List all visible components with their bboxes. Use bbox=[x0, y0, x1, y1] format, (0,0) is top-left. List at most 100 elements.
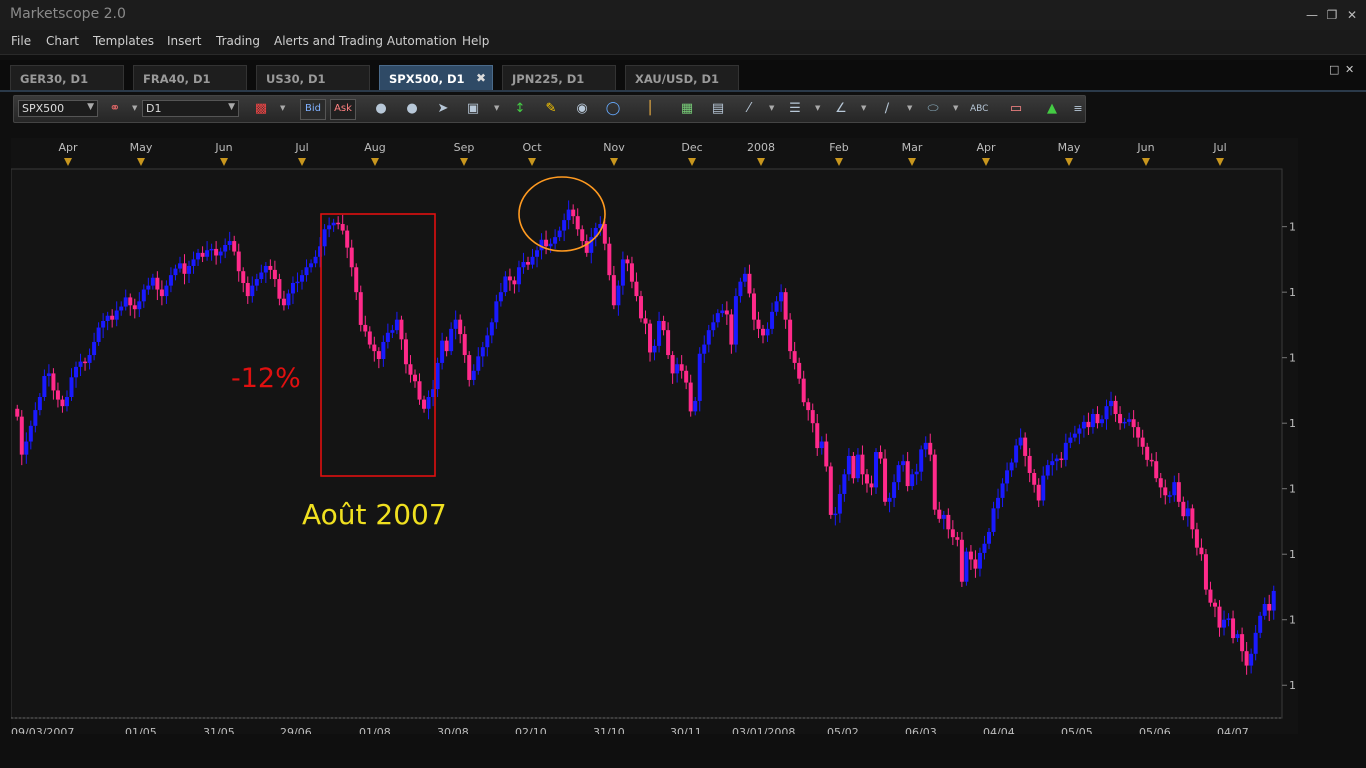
cursor-icon[interactable]: ➤ bbox=[434, 100, 452, 118]
candle-body bbox=[1099, 419, 1104, 424]
month-marker-icon bbox=[1065, 158, 1073, 166]
price-tick-label: 1 500.0 bbox=[1289, 286, 1298, 299]
chart-area[interactable]: Apr May Jun Jul Aug Sep Oct Nov Dec 2008 Feb Mar Apr… bbox=[10, 138, 1331, 739]
price-tick-label: 1 300.0 bbox=[1289, 548, 1298, 561]
eraser-icon[interactable]: ▭ bbox=[1007, 100, 1025, 118]
tab-fra40[interactable]: FRA40, D1 bbox=[133, 65, 247, 90]
chart-window-icon[interactable]: ▤ bbox=[709, 100, 727, 118]
menu-trading[interactable]: Trading bbox=[216, 34, 260, 48]
tab-jpn225[interactable]: JPN225, D1 bbox=[502, 65, 616, 90]
month-tick-label: Jun bbox=[214, 141, 232, 154]
month-tick-label: May bbox=[130, 141, 153, 154]
candle-body bbox=[688, 382, 693, 412]
candle-body bbox=[417, 381, 422, 400]
candle-body bbox=[892, 482, 897, 498]
tab-label: JPN225, D1 bbox=[512, 72, 585, 86]
candle-body bbox=[313, 256, 318, 264]
vertical-line-icon[interactable]: ↕ bbox=[511, 100, 529, 118]
candlestick-type-icon[interactable]: ▩ bbox=[252, 100, 270, 118]
chevron-down-icon[interactable]: ▼ bbox=[132, 104, 137, 112]
candle-body bbox=[530, 256, 535, 265]
chart-maximize-icon[interactable]: □ bbox=[1329, 63, 1339, 76]
tab-ger30[interactable]: GER30, D1 bbox=[10, 65, 124, 90]
candle-body bbox=[1140, 437, 1145, 447]
users-icon[interactable]: ● bbox=[403, 100, 421, 118]
note-icon[interactable]: ✎ bbox=[542, 100, 560, 118]
tab-xauusd[interactable]: XAU/USD, D1 bbox=[625, 65, 739, 90]
chevron-down-icon[interactable]: ▼ bbox=[953, 104, 958, 112]
candle-body bbox=[453, 319, 458, 329]
candle-body bbox=[164, 285, 169, 297]
candle-body bbox=[327, 225, 332, 230]
picture-icon[interactable]: ▦ bbox=[678, 100, 696, 118]
tab-label: GER30, D1 bbox=[20, 72, 89, 86]
menu-alerts-automation[interactable]: Alerts and Trading Automation bbox=[274, 34, 457, 48]
link-icon[interactable]: ⚭ bbox=[106, 100, 124, 118]
tab-us30[interactable]: US30, D1 bbox=[256, 65, 370, 90]
globe-icon[interactable]: ◯ bbox=[604, 100, 622, 118]
menu-chart[interactable]: Chart bbox=[46, 34, 79, 48]
fan-icon[interactable]: ∠ bbox=[832, 100, 850, 118]
price-chart[interactable]: Apr May Jun Jul Aug Sep Oct Nov Dec 2008 Feb Mar Apr… bbox=[10, 138, 1331, 739]
candle bbox=[1203, 548, 1208, 595]
candle-body bbox=[444, 340, 449, 352]
more-icon[interactable]: ≡ bbox=[1069, 100, 1087, 118]
candle-body bbox=[218, 251, 223, 256]
candle-body bbox=[119, 306, 124, 311]
candle-body bbox=[1086, 421, 1091, 428]
close-icon[interactable]: ✕ bbox=[1344, 7, 1360, 23]
tree-icon[interactable]: ▲ bbox=[1043, 100, 1061, 118]
tab-close-icon[interactable]: ✖ bbox=[476, 71, 486, 85]
crosshair-icon[interactable]: ▣ bbox=[464, 100, 482, 118]
candle-body bbox=[1208, 589, 1213, 603]
price-tick-label: 1 350.0 bbox=[1289, 483, 1298, 496]
chevron-down-icon[interactable]: ▼ bbox=[280, 104, 285, 112]
drop-percent-label: -12% bbox=[231, 363, 301, 394]
eye-icon[interactable]: ◉ bbox=[573, 100, 591, 118]
minimize-icon[interactable]: — bbox=[1304, 7, 1320, 23]
chevron-down-icon[interactable]: ▼ bbox=[769, 104, 774, 112]
candle-body bbox=[544, 239, 549, 247]
candle-body bbox=[1181, 501, 1186, 517]
candle-body bbox=[498, 292, 503, 302]
chevron-down-icon[interactable]: ▼ bbox=[815, 104, 820, 112]
lines-icon[interactable]: ☰ bbox=[786, 100, 804, 118]
chevron-down-icon[interactable]: ▼ bbox=[907, 104, 912, 112]
month-tick-label: Apr bbox=[976, 141, 996, 154]
menu-insert[interactable]: Insert bbox=[167, 34, 201, 48]
user-icon[interactable]: ● bbox=[372, 100, 390, 118]
timeframe-select[interactable]: D1 ▼ bbox=[142, 100, 239, 117]
candle-body bbox=[123, 297, 128, 307]
ask-button[interactable]: Ask bbox=[330, 99, 356, 120]
candle-body bbox=[458, 319, 463, 335]
chevron-down-icon[interactable]: ▼ bbox=[494, 104, 499, 112]
chart-close-icon[interactable]: ✕ bbox=[1345, 63, 1354, 76]
candle-body bbox=[489, 322, 494, 336]
bid-button[interactable]: Bid bbox=[300, 99, 326, 120]
chevron-down-icon[interactable]: ▼ bbox=[861, 104, 866, 112]
month-tick-label: Aug bbox=[364, 141, 385, 154]
candle-body bbox=[426, 396, 431, 409]
ruler-icon[interactable]: │ bbox=[641, 100, 659, 118]
tab-spx500[interactable]: SPX500, D1 ✖ bbox=[379, 65, 493, 90]
price-axis: 1 550.0 1 500.0 1 450.0 1 400.0 1 350.0 1 300… bbox=[1282, 221, 1331, 692]
candle-body bbox=[919, 449, 924, 472]
candle-body bbox=[702, 344, 707, 354]
ellipse-icon[interactable]: ⬭ bbox=[924, 100, 942, 118]
candle-body bbox=[449, 328, 454, 352]
candle-body bbox=[864, 474, 869, 484]
candle-body bbox=[462, 334, 467, 356]
candle-body bbox=[878, 452, 883, 459]
menu-file[interactable]: File bbox=[11, 34, 31, 48]
candle-body bbox=[1267, 604, 1272, 611]
instrument-select[interactable]: SPX500 ▼ bbox=[18, 100, 98, 117]
fibonacci-icon[interactable]: ⁄ bbox=[740, 100, 758, 118]
text-icon[interactable]: ABC bbox=[970, 100, 988, 118]
restore-icon[interactable]: ❐ bbox=[1324, 7, 1340, 23]
trendline-icon[interactable]: ∕ bbox=[878, 100, 896, 118]
candle bbox=[358, 285, 363, 332]
menu-help[interactable]: Help bbox=[462, 34, 489, 48]
candle-body bbox=[1113, 400, 1118, 415]
candle-body bbox=[1109, 400, 1114, 407]
menu-templates[interactable]: Templates bbox=[93, 34, 154, 48]
